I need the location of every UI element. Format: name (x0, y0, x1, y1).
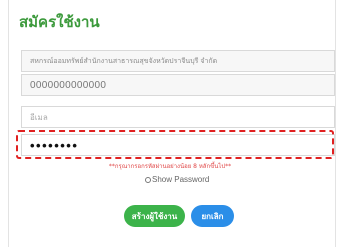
page-title: สมัครใช้งาน (19, 13, 100, 31)
phone-field[interactable]: 0000000000000 (21, 74, 335, 96)
cancel-button[interactable]: ยกเลิก (191, 205, 234, 227)
password-highlight-box (16, 130, 334, 159)
show-password-label: Show Password (152, 175, 210, 184)
agency-field[interactable]: สหกรณ์ออมทรัพย์สำนักงานสาธารณสุขจังหวัดป… (21, 50, 335, 72)
show-password-checkbox[interactable] (145, 176, 151, 183)
create-user-button[interactable]: สร้างผู้ใช้งาน (124, 205, 185, 227)
email-field[interactable]: อีเมล (21, 106, 335, 128)
show-password-toggle[interactable]: Show Password (145, 175, 209, 184)
password-hint: **กรุณากรอกรหัสผ่านอย่างน้อย 8 หลักขึ้นไ… (108, 163, 232, 170)
